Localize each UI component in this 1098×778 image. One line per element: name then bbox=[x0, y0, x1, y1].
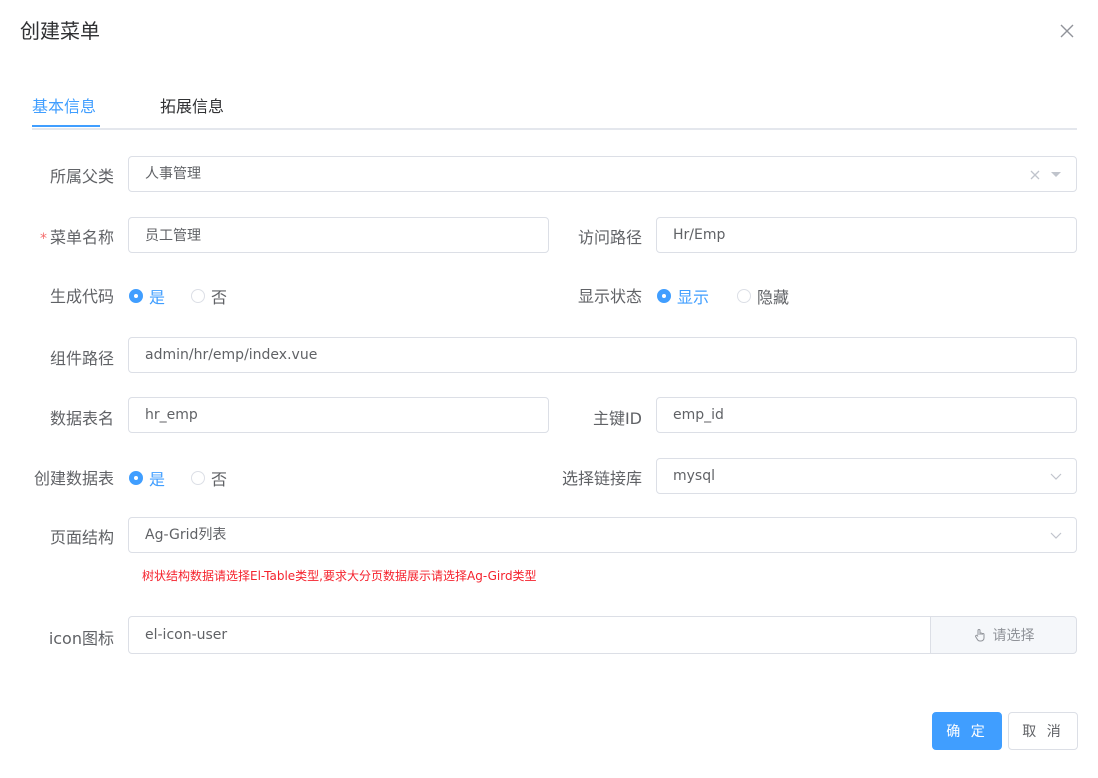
caret-down-icon bbox=[1051, 172, 1061, 177]
create-table-yes-radio[interactable]: 是 bbox=[129, 466, 165, 490]
tab-extended-info[interactable]: 拓展信息 bbox=[160, 93, 224, 117]
primary-key-input[interactable] bbox=[656, 397, 1077, 433]
dialog-title: 创建菜单 bbox=[20, 19, 100, 43]
db-link-select[interactable]: mysql bbox=[656, 458, 1077, 494]
display-status-show-radio[interactable]: 显示 bbox=[657, 284, 709, 308]
page-structure-label: 页面结构 bbox=[49, 528, 114, 547]
create-table-label: 创建数据表 bbox=[33, 469, 114, 488]
generate-code-label: 生成代码 bbox=[49, 287, 114, 306]
radio-checked-icon bbox=[129, 471, 143, 485]
db-link-label: 选择链接库 bbox=[561, 469, 642, 488]
page-structure-hint: 树状结构数据请选择El-Table类型,要求大分页数据展示请选择Ag-Gird类… bbox=[142, 569, 537, 583]
component-path-input[interactable] bbox=[128, 337, 1077, 373]
primary-key-label: 主键ID bbox=[592, 409, 642, 428]
menu-name-label: * 菜单名称 bbox=[39, 228, 114, 247]
page-structure-select[interactable]: Ag-Grid列表 bbox=[128, 517, 1077, 553]
radio-unchecked-icon bbox=[737, 289, 751, 303]
chevron-down-icon bbox=[1050, 532, 1062, 539]
component-path-label: 组件路径 bbox=[49, 349, 114, 368]
page-structure-value: Ag-Grid列表 bbox=[145, 527, 227, 543]
clear-icon[interactable] bbox=[1030, 170, 1040, 180]
parent-value: 人事管理 bbox=[145, 166, 201, 182]
tabs: 基本信息 拓展信息 bbox=[32, 80, 1077, 130]
tab-basic-info[interactable]: 基本信息 bbox=[32, 93, 96, 117]
parent-select[interactable]: 人事管理 bbox=[128, 156, 1077, 192]
create-table-no-radio[interactable]: 否 bbox=[191, 466, 227, 490]
generate-code-no-radio[interactable]: 否 bbox=[191, 284, 227, 308]
icon-label: icon图标 bbox=[48, 629, 114, 648]
cancel-button[interactable]: 取 消 bbox=[1008, 712, 1078, 750]
icon-select-button[interactable]: 请选择 bbox=[930, 616, 1077, 654]
radio-unchecked-icon bbox=[191, 289, 205, 303]
parent-label: 所属父类 bbox=[49, 167, 114, 186]
db-link-value: mysql bbox=[673, 468, 715, 484]
required-mark: * bbox=[39, 231, 47, 247]
close-icon[interactable] bbox=[1060, 24, 1074, 38]
access-path-label: 访问路径 bbox=[577, 228, 642, 247]
tab-active-indicator bbox=[32, 125, 100, 127]
access-path-input[interactable] bbox=[656, 217, 1077, 253]
hand-pointer-icon bbox=[974, 629, 984, 642]
display-status-label: 显示状态 bbox=[577, 287, 642, 306]
display-status-hide-radio[interactable]: 隐藏 bbox=[737, 284, 789, 308]
table-name-label: 数据表名 bbox=[49, 409, 114, 428]
generate-code-yes-radio[interactable]: 是 bbox=[129, 284, 165, 308]
menu-name-input[interactable] bbox=[128, 217, 549, 253]
confirm-button[interactable]: 确 定 bbox=[932, 712, 1002, 750]
chevron-down-icon bbox=[1050, 473, 1062, 480]
table-name-input[interactable] bbox=[128, 397, 549, 433]
radio-unchecked-icon bbox=[191, 471, 205, 485]
icon-input[interactable] bbox=[128, 616, 931, 654]
icon-select-label: 请选择 bbox=[992, 628, 1035, 644]
radio-checked-icon bbox=[657, 289, 671, 303]
radio-checked-icon bbox=[129, 289, 143, 303]
